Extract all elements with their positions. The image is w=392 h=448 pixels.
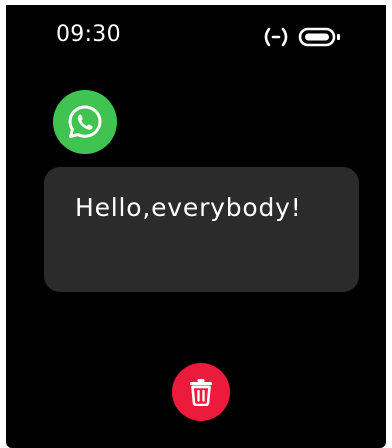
status-time: 09:30	[56, 22, 121, 47]
delete-button[interactable]	[172, 363, 230, 421]
battery-icon	[298, 27, 340, 47]
message-text: Hello,everybody!	[75, 193, 302, 222]
message-card[interactable]: Hello,everybody!	[44, 167, 359, 292]
status-icons	[262, 25, 346, 49]
connection-icon	[264, 27, 288, 47]
trash-icon	[190, 379, 212, 406]
status-bar: 09:30	[6, 5, 386, 65]
watch-screen: 09:30 Hello,everybody!	[6, 5, 386, 448]
whatsapp-icon	[53, 90, 117, 154]
